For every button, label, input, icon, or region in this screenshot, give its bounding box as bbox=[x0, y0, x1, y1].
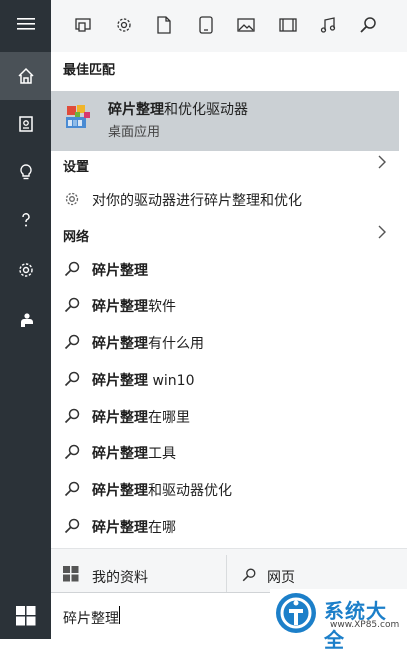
settings-result-item[interactable]: 对你的驱动器进行碎片整理和优化 bbox=[51, 181, 407, 217]
best-match-title: 碎片整理和优化驱动器 bbox=[108, 102, 248, 118]
apps-icon bbox=[75, 18, 91, 32]
videos-icon bbox=[279, 18, 297, 32]
web-search-label: 网页 bbox=[267, 570, 295, 586]
web-search-button[interactable]: 网页 bbox=[227, 549, 407, 593]
my-stuff-label: 我的资料 bbox=[92, 570, 148, 586]
best-match-item[interactable]: 碎片整理和优化驱动器 桌面应用 bbox=[51, 91, 399, 151]
search-icon bbox=[64, 261, 80, 277]
filter-folders[interactable] bbox=[191, 10, 221, 40]
windows-icon bbox=[15, 605, 35, 625]
watermark-logo: 系统大全 www.XP85.com bbox=[270, 589, 407, 652]
settings-button[interactable] bbox=[0, 246, 51, 294]
photos-icon bbox=[237, 18, 255, 32]
best-match-subtitle: 桌面应用 bbox=[108, 125, 161, 140]
section-web: 网络 bbox=[63, 230, 90, 245]
web-result-text: 碎片整理和驱动器优化 bbox=[92, 483, 232, 499]
start-button[interactable] bbox=[0, 592, 51, 639]
web-result-text: 碎片整理软件 bbox=[92, 299, 176, 315]
settings-expand-chevron[interactable] bbox=[378, 154, 387, 173]
search-icon bbox=[242, 568, 256, 582]
home-button[interactable] bbox=[0, 52, 51, 100]
hamburger-icon bbox=[16, 18, 35, 30]
filter-music[interactable] bbox=[313, 10, 343, 40]
web-result-text: 碎片整理 win10 bbox=[92, 373, 195, 389]
search-input[interactable]: 碎片整理 bbox=[63, 608, 119, 628]
home-icon bbox=[17, 67, 34, 84]
lightbulb-icon bbox=[19, 164, 32, 180]
web-result-item[interactable]: 碎片整理 bbox=[51, 251, 407, 287]
web-result-item[interactable]: 碎片整理工具 bbox=[51, 434, 407, 470]
settings-result-label: 对你的驱动器进行碎片整理和优化 bbox=[92, 193, 302, 209]
filter-apps[interactable] bbox=[69, 10, 99, 40]
web-result-item[interactable]: 碎片整理有什么用 bbox=[51, 324, 407, 360]
web-result-text: 碎片整理在哪 bbox=[92, 520, 176, 536]
search-icon bbox=[64, 408, 80, 424]
my-stuff-button[interactable]: 我的资料 bbox=[51, 549, 226, 593]
watermark-url: www.XP85.com bbox=[330, 620, 400, 630]
logo-globe-icon bbox=[276, 593, 316, 633]
notebook-icon bbox=[18, 116, 33, 132]
text-caret bbox=[119, 606, 120, 624]
web-result-text: 碎片整理在哪里 bbox=[92, 410, 190, 426]
reminders-button[interactable] bbox=[0, 148, 51, 196]
gear-icon bbox=[65, 192, 79, 206]
chevron-right-icon bbox=[378, 155, 386, 169]
feedback-icon bbox=[20, 313, 33, 327]
help-button[interactable] bbox=[0, 196, 51, 244]
help-icon bbox=[21, 213, 30, 227]
web-expand-chevron[interactable] bbox=[378, 224, 387, 243]
left-rail bbox=[0, 0, 51, 639]
filter-documents[interactable] bbox=[149, 10, 179, 40]
folders-icon bbox=[199, 16, 213, 34]
windows-icon bbox=[63, 566, 79, 582]
filter-settings[interactable] bbox=[109, 10, 139, 40]
web-result-item[interactable]: 碎片整理 win10 bbox=[51, 361, 407, 397]
web-result-item[interactable]: 碎片整理和驱动器优化 bbox=[51, 471, 407, 507]
search-icon bbox=[64, 481, 80, 497]
defrag-app-icon bbox=[66, 105, 90, 128]
scope-bar: 我的资料 网页 bbox=[51, 548, 407, 593]
section-settings: 设置 bbox=[63, 160, 90, 175]
filter-web[interactable] bbox=[353, 10, 383, 40]
documents-icon bbox=[157, 16, 171, 34]
web-result-item[interactable]: 碎片整理软件 bbox=[51, 287, 407, 323]
filter-photos[interactable] bbox=[231, 10, 261, 40]
search-icon bbox=[64, 297, 80, 313]
music-icon bbox=[320, 17, 336, 33]
search-icon bbox=[360, 17, 376, 33]
web-result-text: 碎片整理 bbox=[92, 263, 148, 279]
feedback-button[interactable] bbox=[0, 296, 51, 344]
chevron-right-icon bbox=[378, 225, 386, 239]
notebook-button[interactable] bbox=[0, 100, 51, 148]
settings-icon bbox=[117, 18, 131, 32]
search-icon bbox=[64, 518, 80, 534]
search-icon bbox=[64, 444, 80, 460]
web-result-item[interactable]: 碎片整理在哪 bbox=[51, 508, 407, 544]
search-icon bbox=[64, 334, 80, 350]
hamburger-button[interactable] bbox=[0, 0, 51, 48]
filter-videos[interactable] bbox=[273, 10, 303, 40]
filter-bar bbox=[51, 0, 407, 52]
section-best-match: 最佳匹配 bbox=[63, 63, 116, 78]
settings-icon bbox=[18, 263, 33, 277]
search-icon bbox=[64, 371, 80, 387]
web-result-text: 碎片整理有什么用 bbox=[92, 336, 204, 352]
web-result-item[interactable]: 碎片整理在哪里 bbox=[51, 398, 407, 434]
web-result-text: 碎片整理工具 bbox=[92, 446, 176, 462]
results-pane: 最佳匹配 碎片整理和优化驱动器 桌面应用 设置 对你的驱动器进行碎片整理和优化 … bbox=[51, 52, 407, 548]
